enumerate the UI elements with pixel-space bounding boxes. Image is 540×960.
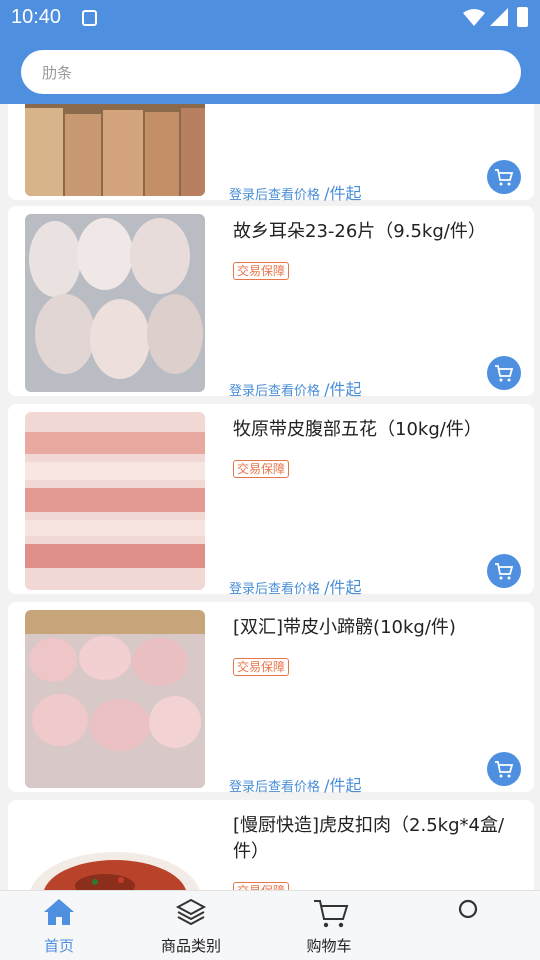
product-image-tripe — [25, 104, 205, 196]
product-card[interactable]: [慢厨快造]虎皮扣肉（2.5kg*4盒/件） 交易保障 — [8, 800, 534, 890]
bottom-nav: 首页 商品类别 购物车 — [0, 890, 540, 960]
product-image-pork-belly — [25, 412, 205, 590]
product-title: 故乡耳朵23-26片（9.5kg/件） — [233, 221, 486, 242]
cart-icon — [495, 563, 514, 580]
guarantee-badge: 交易保障 — [233, 262, 290, 280]
battery-icon — [517, 7, 528, 27]
cart-icon — [495, 169, 514, 186]
cart-icon — [314, 900, 349, 928]
product-list[interactable]: 登录后查看价格 /件起 故乡耳朵23-26片（9.5kg/件） 交易保障 登录后… — [0, 104, 540, 890]
product-title: [双汇]带皮小蹄髈(10kg/件) — [233, 617, 456, 638]
nav-cart-label: 购物车 — [306, 937, 352, 955]
add-to-cart-button[interactable] — [487, 160, 521, 194]
nav-categories-label: 商品类别 — [160, 937, 221, 955]
notification-app-icon — [82, 10, 97, 26]
wifi-icon — [463, 9, 485, 26]
product-image-braised-pork — [25, 828, 205, 890]
nav-profile[interactable] — [417, 891, 517, 960]
nav-home[interactable]: 首页 — [9, 891, 109, 960]
status-time: 10:40 — [11, 6, 62, 28]
price-label: 登录后查看价格 /件起 — [229, 776, 362, 795]
layers-icon — [175, 898, 207, 926]
status-bar: 10:40 — [0, 0, 540, 36]
product-title: 牧原带皮腹部五花（10kg/件） — [233, 419, 482, 440]
app-header: 10:40 肋条 — [0, 0, 540, 104]
signal-icon — [490, 8, 508, 26]
profile-icon — [458, 899, 478, 919]
search-placeholder: 肋条 — [42, 64, 73, 82]
search-input[interactable]: 肋条 — [21, 50, 521, 94]
guarantee-badge: 交易保障 — [233, 460, 290, 478]
nav-home-label: 首页 — [43, 937, 74, 955]
product-image-pig-ears — [25, 214, 205, 392]
product-card[interactable]: 登录后查看价格 /件起 — [8, 104, 534, 203]
product-card[interactable]: [双汇]带皮小蹄髈(10kg/件) 交易保障 登录后查看价格 /件起 — [8, 602, 534, 795]
nav-cart[interactable]: 购物车 — [279, 891, 379, 960]
add-to-cart-button[interactable] — [487, 356, 521, 390]
home-icon — [44, 899, 74, 925]
add-to-cart-button[interactable] — [487, 752, 521, 786]
product-card[interactable]: 牧原带皮腹部五花（10kg/件） 交易保障 登录后查看价格 /件起 — [8, 404, 534, 597]
product-image-pork-hocks — [25, 610, 205, 788]
product-title: [慢厨快造]虎皮扣肉（2.5kg*4盒/件） — [233, 815, 505, 862]
add-to-cart-button[interactable] — [487, 554, 521, 588]
price-label: 登录后查看价格 /件起 — [229, 380, 362, 399]
guarantee-badge: 交易保障 — [233, 882, 290, 890]
price-label: 登录后查看价格 /件起 — [229, 184, 362, 203]
product-card[interactable]: 故乡耳朵23-26片（9.5kg/件） 交易保障 登录后查看价格 /件起 — [8, 206, 534, 399]
price-label: 登录后查看价格 /件起 — [229, 578, 362, 597]
cart-icon — [495, 365, 514, 382]
nav-categories[interactable]: 商品类别 — [141, 891, 241, 960]
guarantee-badge: 交易保障 — [233, 658, 290, 676]
cart-icon — [495, 761, 514, 778]
